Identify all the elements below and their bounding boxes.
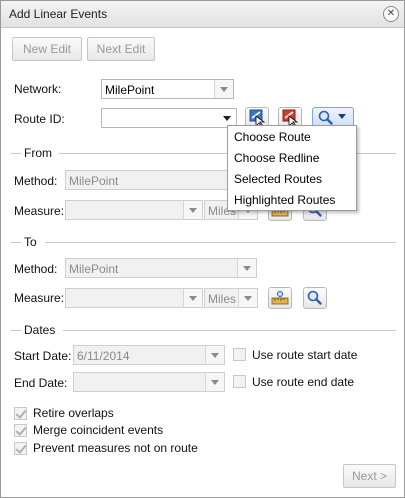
from-measure-label: Measure: [14,204,65,218]
merge-coincident-events-label: Merge coincident events [33,423,164,437]
route-search-menu: Choose Route Choose Redline Selected Rou… [227,125,357,211]
magnifier-icon [318,110,346,125]
chevron-down-icon[interactable] [237,259,256,277]
network-value: MilePoint [105,83,155,97]
to-units-select[interactable]: Miles [204,288,258,308]
to-search-button[interactable] [303,287,327,309]
to-title: To [21,235,40,249]
new-edit-button[interactable]: New Edit [12,37,82,61]
divider [11,330,21,331]
merge-coincident-events-checkbox[interactable] [14,424,27,437]
to-section-header: To [11,235,396,249]
network-label: Network: [14,82,62,96]
dates-title: Dates [21,323,59,337]
start-date-picker[interactable]: 6/11/2014 [73,345,225,365]
route-id-select[interactable] [101,108,237,128]
ruler-icon [271,291,289,305]
use-route-start-date-label: Use route start date [252,348,358,362]
menu-item-highlighted-routes[interactable]: Highlighted Routes [234,193,335,207]
to-method-value: MilePoint [69,262,119,276]
network-select[interactable]: MilePoint [101,79,234,99]
from-title: From [21,146,55,160]
add-linear-events-window: Add Linear Events ✕ New Edit Next Edit N… [0,0,405,498]
prevent-measures-checkbox[interactable] [14,442,27,455]
to-units-value: Miles [208,292,237,306]
to-method-select[interactable]: MilePoint [65,258,257,278]
divider [45,242,396,243]
dates-section-header: Dates [11,323,396,337]
to-measure-input[interactable] [65,288,203,308]
end-date-label: End Date: [14,376,68,390]
route-search-dropdown-button[interactable] [312,107,354,127]
use-route-end-date-checkbox[interactable] [233,375,246,388]
use-route-end-date-label: Use route end date [252,375,355,389]
menu-item-selected-routes[interactable]: Selected Routes [234,172,322,186]
retire-overlaps-label: Retire overlaps [33,406,114,420]
chevron-down-icon[interactable] [214,80,233,98]
divider [63,330,396,331]
title-bar: Add Linear Events ✕ [1,1,404,28]
menu-item-choose-redline[interactable]: Choose Redline [234,151,319,165]
start-date-label: Start Date: [14,349,72,363]
to-ruler-button[interactable] [268,287,292,309]
magnifier-icon [307,290,322,305]
chevron-down-icon[interactable] [205,346,224,364]
next-edit-button[interactable]: Next Edit [87,37,155,61]
use-route-start-date-checkbox[interactable] [233,348,246,361]
close-icon[interactable]: ✕ [383,6,399,22]
divider [11,153,21,154]
chevron-down-icon[interactable] [183,289,202,307]
to-measure-label: Measure: [14,291,65,305]
chevron-down-icon[interactable] [183,201,202,219]
end-date-picker[interactable] [73,372,225,392]
retire-overlaps-checkbox[interactable] [14,407,27,420]
route-id-label: Route ID: [14,112,65,126]
chevron-down-icon[interactable] [205,373,224,391]
window-title: Add Linear Events [9,7,108,21]
start-date-value: 6/11/2014 [77,349,130,363]
next-button[interactable]: Next > [343,464,396,488]
from-method-value: MilePoint [69,174,119,188]
from-measure-input[interactable] [65,200,203,220]
prevent-measures-label: Prevent measures not on route [33,441,198,455]
chevron-down-icon[interactable] [238,289,257,307]
menu-item-choose-route[interactable]: Choose Route [234,130,311,144]
divider [11,242,21,243]
from-method-label: Method: [14,174,58,188]
to-method-label: Method: [14,262,58,276]
